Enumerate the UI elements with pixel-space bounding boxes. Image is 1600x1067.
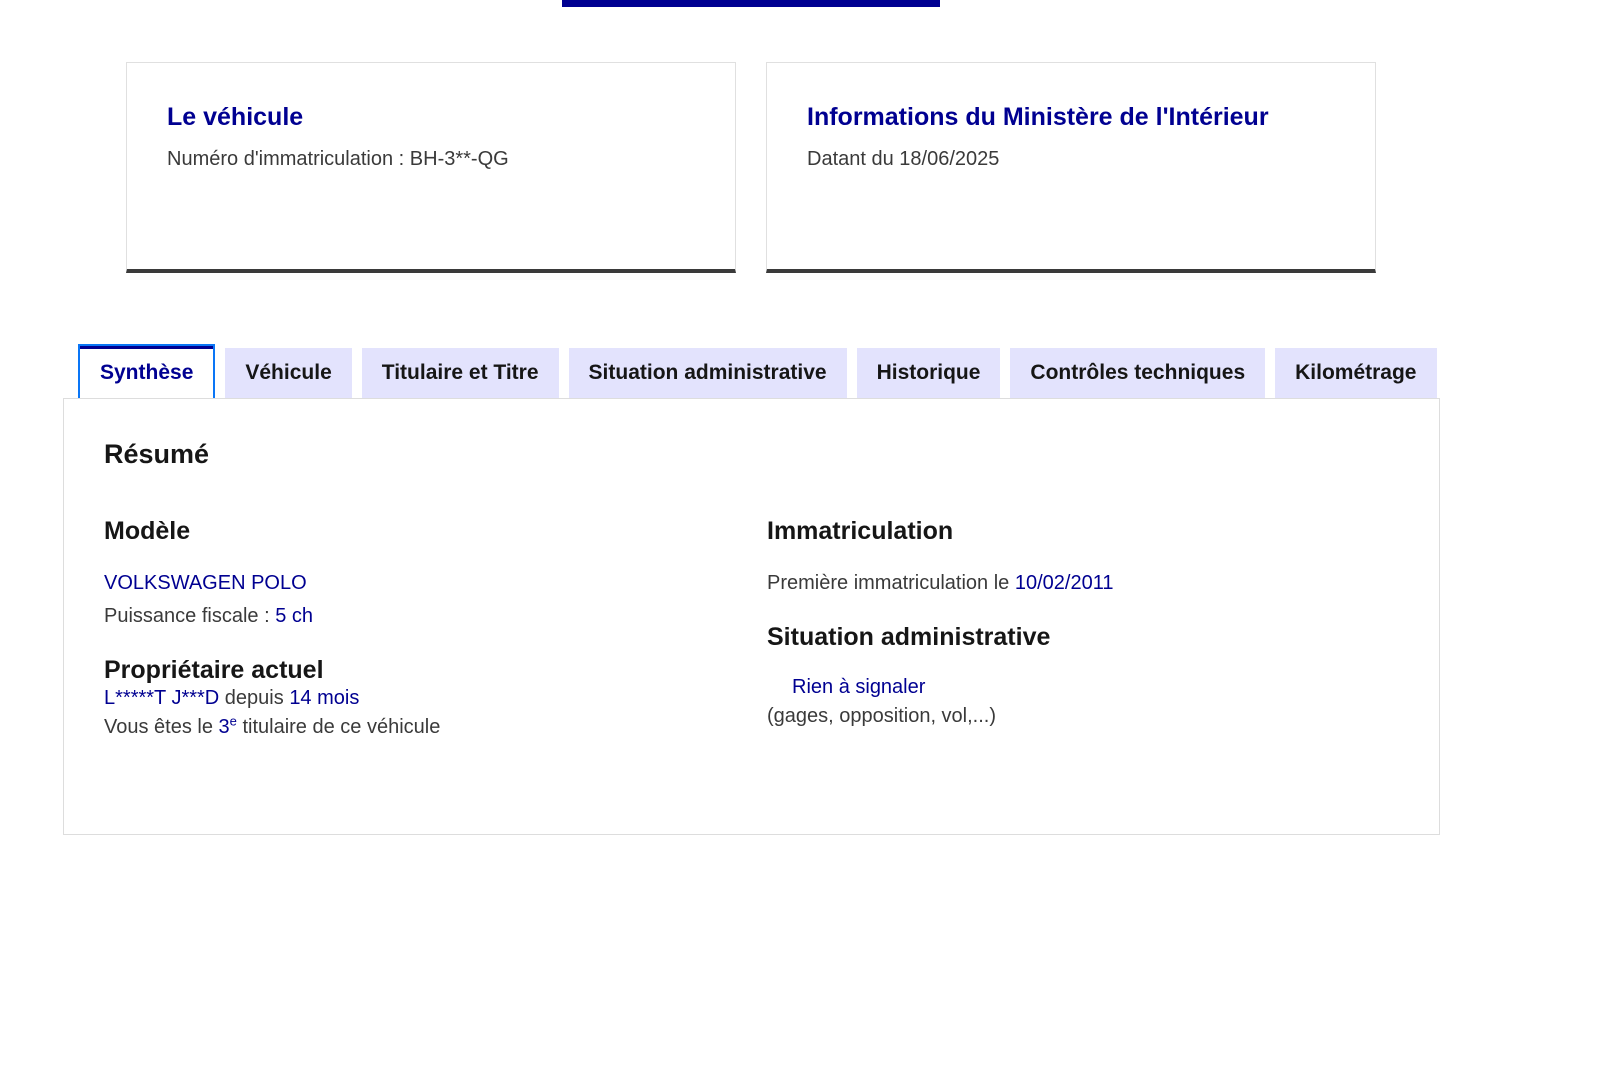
fiscal-power: Puissance fiscale : 5 ch	[104, 605, 704, 628]
registration-number: Numéro d'immatriculation : BH-3**-QG	[167, 148, 509, 170]
first-registration-label: Première immatriculation le	[767, 572, 1015, 594]
ministry-card-title: Informations du Ministère de l'Intérieur	[807, 103, 1269, 131]
tab-synthese[interactable]: Synthèse	[78, 344, 216, 402]
owner-name: L*****T J***D	[104, 687, 220, 709]
ministry-card: Informations du Ministère de l'Intérieur…	[766, 62, 1376, 273]
owner-rank-value: 3	[218, 716, 230, 738]
first-registration: Première immatriculation le 10/02/2011	[767, 572, 1367, 595]
left-column: Modèle VOLKSWAGEN POLO Puissance fiscale…	[104, 517, 704, 739]
owner-heading: Propriétaire actuel	[104, 656, 324, 684]
tab-list: Synthèse Véhicule Titulaire et Titre Sit…	[78, 344, 1447, 402]
owner-rank: Vous êtes le 3e titulaire de ce véhicule	[104, 713, 704, 739]
first-registration-date: 10/02/2011	[1014, 572, 1114, 594]
model-heading: Modèle	[104, 517, 191, 545]
owner-since-value: 14 mois	[289, 687, 360, 709]
tab-historique[interactable]: Historique	[856, 348, 1001, 398]
tab-titulaire-titre[interactable]: Titulaire et Titre	[361, 348, 559, 398]
admin-details: (gages, opposition, vol,...)	[767, 705, 997, 727]
right-column: Immatriculation Première immatriculation…	[767, 517, 1367, 728]
tab-vehicule[interactable]: Véhicule	[225, 348, 352, 398]
owner-since-label: depuis	[219, 687, 290, 709]
header-accent-bar	[562, 0, 940, 7]
owner-rank-prefix: Vous êtes le	[104, 716, 219, 738]
tab-controles-techniques[interactable]: Contrôles techniques	[1010, 348, 1266, 398]
tab-situation-administrative[interactable]: Situation administrative	[568, 348, 847, 398]
synthese-panel: Résumé Modèle VOLKSWAGEN POLO Puissance …	[63, 398, 1440, 835]
model-name: VOLKSWAGEN POLO	[104, 572, 307, 594]
tab-kilometrage[interactable]: Kilométrage	[1275, 348, 1437, 398]
owner-rank-suffix: titulaire de ce véhicule	[236, 716, 441, 738]
fiscal-power-label: Puissance fiscale :	[104, 605, 276, 627]
admin-status: Rien à signaler	[792, 676, 926, 698]
fiscal-power-value: 5 ch	[275, 605, 314, 627]
resume-title: Résumé	[104, 439, 210, 469]
owner-rank-sup: e	[229, 713, 237, 729]
vehicle-card: Le véhicule Numéro d'immatriculation : B…	[126, 62, 736, 273]
registration-heading: Immatriculation	[767, 517, 954, 545]
admin-heading: Situation administrative	[767, 623, 1051, 651]
owner-line: L*****T J***D depuis 14 mois	[104, 687, 704, 710]
data-date: Datant du 18/06/2025	[807, 148, 1000, 170]
vehicle-card-title: Le véhicule	[167, 103, 304, 131]
